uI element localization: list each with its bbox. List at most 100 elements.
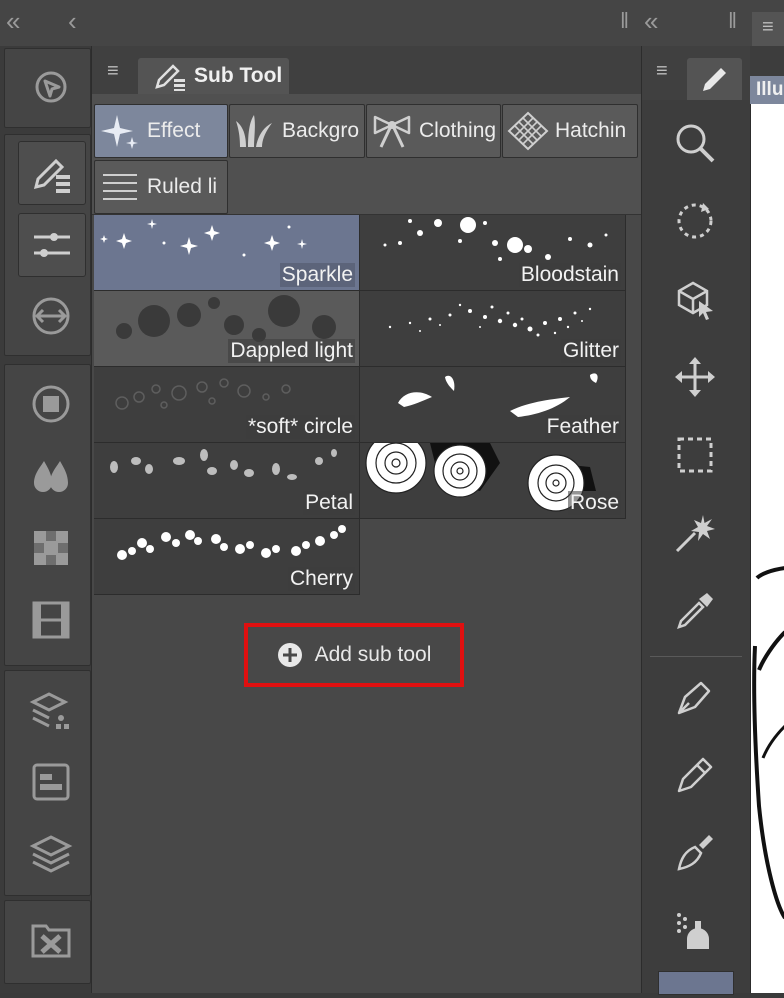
tool-airbrush[interactable] <box>664 900 726 962</box>
tool-property-button[interactable] <box>18 213 86 277</box>
tab-tool[interactable] <box>687 58 742 100</box>
add-sub-tool-button[interactable]: Add sub tool <box>244 623 464 687</box>
sub-tool-item-label: Dappled light <box>228 339 355 363</box>
color-set-button[interactable] <box>18 517 84 579</box>
layer-search-icon <box>32 763 70 801</box>
top-bar: « ‹ ‖ « ‖ ≡ <box>0 0 784 47</box>
add-sub-tool-label: Add sub tool <box>314 643 432 666</box>
group-tab-hatching[interactable]: Hatchin <box>502 104 638 158</box>
group-tab-ruled-line[interactable]: Ruled li <box>94 160 228 214</box>
panel-menu-button[interactable]: ≡ <box>107 60 119 83</box>
color-circle-icon <box>32 385 70 423</box>
sub-tool-item-label: Cherry <box>287 567 355 591</box>
ruled-line-icon <box>103 174 137 200</box>
sub-tool-item-label: Glitter <box>560 339 621 363</box>
sub-tool-group-tabs: Effect Backgro Clothing Hatchin Ruled li <box>92 94 641 215</box>
material-group <box>4 900 91 984</box>
layer-search-button[interactable] <box>18 751 84 813</box>
canvas[interactable] <box>750 46 784 993</box>
sub-tool-item-petal[interactable]: Petal <box>94 443 360 519</box>
sub-tool-item-glitter[interactable]: Glitter <box>360 291 626 367</box>
tool-separator <box>650 656 742 657</box>
color-circle-button[interactable] <box>18 373 84 435</box>
group-tab-label: Effect <box>147 119 201 142</box>
sub-tool-item-soft-circle[interactable]: *soft* circle <box>94 367 360 443</box>
sub-tool-item-feather[interactable]: Feather <box>360 367 626 443</box>
tool-zoom[interactable] <box>664 112 726 174</box>
timeline-button[interactable] <box>18 589 84 651</box>
airbrush-icon <box>677 913 709 949</box>
sub-tool-item-dappled-light[interactable]: Dappled light <box>94 291 360 367</box>
layer-icon <box>29 835 73 873</box>
navigator-icon <box>35 71 67 103</box>
pen-icon <box>677 681 711 715</box>
tool-brush[interactable] <box>664 822 726 884</box>
panel-grip-handle-2[interactable]: ‖ <box>728 0 737 44</box>
color-panels-group <box>4 364 91 666</box>
layer-property-icon <box>29 692 69 729</box>
tool-rotate[interactable] <box>664 190 726 252</box>
tool-auto-select[interactable] <box>664 502 726 564</box>
tab-sub-tool[interactable]: Sub Tool <box>138 58 289 94</box>
tool-decoration[interactable] <box>658 971 734 995</box>
selection-icon <box>677 437 713 473</box>
rotate-icon <box>677 203 713 239</box>
color-swap-icon <box>32 297 70 335</box>
material-button[interactable] <box>18 909 84 971</box>
color-mix-button[interactable] <box>18 445 84 507</box>
canvas-tab[interactable]: Illu <box>750 76 784 104</box>
tool-pencil[interactable] <box>664 744 726 806</box>
menu-tab[interactable]: ≡ <box>752 12 784 46</box>
sub-tool-item-rose[interactable]: Rose <box>360 443 626 519</box>
layer-property-button[interactable] <box>18 679 84 741</box>
collapse-right-button[interactable]: « <box>644 0 658 44</box>
plus-circle-icon <box>277 643 302 667</box>
sub-tool-item-label: Sparkle <box>279 263 355 287</box>
tool-palette: ≡ <box>641 46 750 995</box>
canvas-header-strip <box>750 46 784 76</box>
left-toolbar <box>0 46 91 993</box>
group-tab-label: Ruled li <box>147 175 218 198</box>
back-button[interactable]: ‹ <box>68 0 77 44</box>
color-set-icon <box>34 531 68 565</box>
panel-grip-handle[interactable]: ‖ <box>620 0 629 44</box>
sub-tool-item-cherry[interactable]: Cherry <box>94 519 360 595</box>
tool-object[interactable] <box>664 268 726 330</box>
sub-tool-item-label: Feather <box>544 415 621 439</box>
tool-eyedropper[interactable] <box>664 580 726 642</box>
tab-sub-tool-label: Sub Tool <box>194 64 283 87</box>
navigator-button[interactable] <box>18 56 84 118</box>
tool-property-icon <box>34 233 70 257</box>
group-tab-effect[interactable]: Effect <box>94 104 228 158</box>
timeline-icon <box>32 601 70 639</box>
pen-tab-icon <box>702 68 726 91</box>
group-tab-label: Clothing <box>419 119 497 142</box>
mixing-icon <box>34 461 68 492</box>
sub-tool-list: Sparkle Bloodstain Dappled light Glitter… <box>94 215 626 595</box>
group-tab-clothing[interactable]: Clothing <box>366 104 501 158</box>
line-art-preview <box>752 566 784 920</box>
tool-move[interactable] <box>664 346 726 408</box>
collapse-left-button[interactable]: « <box>6 0 20 44</box>
sub-tool-item-sparkle[interactable]: Sparkle <box>94 215 360 291</box>
pencil-icon <box>677 757 713 793</box>
tool-pen[interactable] <box>664 666 726 728</box>
sub-tool-panel-button[interactable] <box>18 141 86 205</box>
tool-palette-menu-button[interactable]: ≡ <box>656 60 668 83</box>
layer-button[interactable] <box>18 823 84 885</box>
zoom-icon <box>676 124 715 163</box>
object-icon <box>677 281 713 320</box>
auto-select-icon <box>675 515 715 553</box>
tool-selection[interactable] <box>664 424 726 486</box>
brush-icon <box>677 835 713 871</box>
color-swap-button[interactable] <box>18 285 84 347</box>
sub-tool-item-bloodstain[interactable]: Bloodstain <box>360 215 626 291</box>
move-icon <box>675 357 715 397</box>
sub-tool-item-label: Bloodstain <box>518 263 621 287</box>
group-tab-background[interactable]: Backgro <box>229 104 365 158</box>
hatching-icon <box>507 111 549 151</box>
group-tab-label: Backgro <box>282 119 360 142</box>
ribbon-icon <box>373 115 411 148</box>
sub-tool-icon <box>33 158 70 193</box>
panel-header: ≡ Sub Tool <box>92 46 641 94</box>
